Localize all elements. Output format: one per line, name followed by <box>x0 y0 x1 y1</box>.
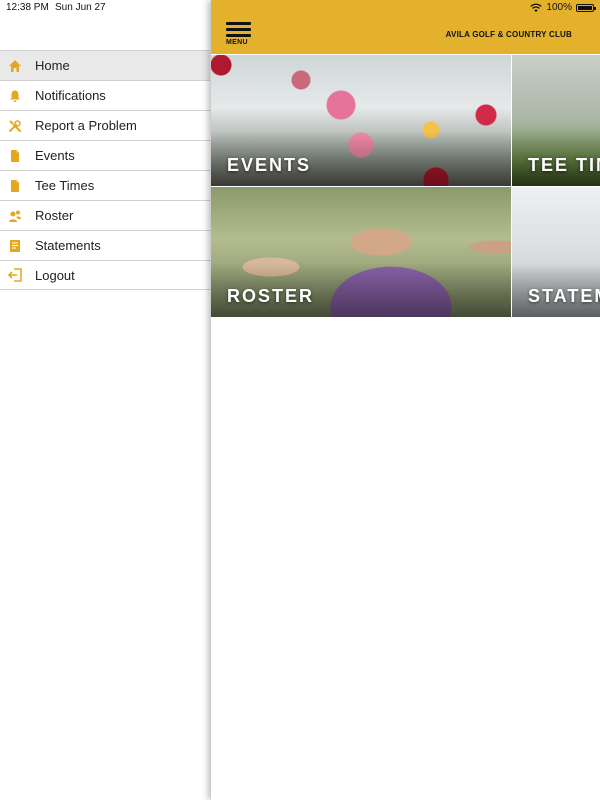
sidebar-item-events[interactable]: Events <box>0 140 210 170</box>
status-bar: 12:38 PM Sun Jun 27 100% <box>0 0 600 16</box>
sidebar-item-logout[interactable]: Logout <box>0 260 210 290</box>
club-title: AVILA GOLF & COUNTRY CLUB <box>445 30 572 39</box>
battery-icon <box>576 3 596 12</box>
tile-label: STATEMENTS <box>528 286 600 306</box>
main-panel: MENU AVILA GOLF & COUNTRY CLUB EVENTS TE… <box>211 0 600 800</box>
document-icon <box>8 179 22 193</box>
menu-label: MENU <box>226 39 248 46</box>
sidebar-menu: Home Notifications Report a Problem Even… <box>0 50 210 290</box>
statement-icon <box>8 239 22 253</box>
people-icon <box>8 209 22 223</box>
tile-label: EVENTS <box>227 155 312 175</box>
sidebar-item-label: Report a Problem <box>35 118 137 133</box>
logout-icon <box>8 268 22 282</box>
hamburger-icon <box>226 22 251 25</box>
tile-events[interactable]: EVENTS <box>211 55 511 186</box>
sidebar-item-statements[interactable]: Statements <box>0 230 210 260</box>
hamburger-icon-bar <box>226 28 251 31</box>
tile-roster[interactable]: ROSTER <box>211 187 511 317</box>
sidebar-item-label: Statements <box>35 238 101 253</box>
tools-icon <box>8 119 22 133</box>
wifi-icon <box>530 3 543 12</box>
tile-tee-times[interactable]: TEE TIMES <box>512 55 600 186</box>
tile-label: ROSTER <box>227 286 315 306</box>
sidebar-item-label: Logout <box>35 267 75 283</box>
status-right: 100% <box>530 2 596 13</box>
sidebar: Home Notifications Report a Problem Even… <box>0 0 210 800</box>
sidebar-item-home[interactable]: Home <box>0 50 210 80</box>
tile-label: TEE TIMES <box>528 155 600 175</box>
status-date: Sun Jun 27 <box>55 2 106 13</box>
status-time: 12:38 PM <box>6 2 49 13</box>
sidebar-item-roster[interactable]: Roster <box>0 200 210 230</box>
bell-icon <box>8 89 22 103</box>
home-icon <box>8 59 22 73</box>
hamburger-icon-bar <box>226 34 251 37</box>
sidebar-item-label: Events <box>35 148 75 163</box>
battery-percent: 100% <box>546 2 572 13</box>
document-icon <box>8 149 22 163</box>
tile-statements[interactable]: STATEMENTS <box>512 187 600 317</box>
sidebar-item-label: Notifications <box>35 88 106 103</box>
sidebar-item-label: Roster <box>35 208 74 223</box>
sidebar-item-label: Home <box>35 58 70 73</box>
sidebar-item-label: Tee Times <box>35 178 95 193</box>
sidebar-item-tee-times[interactable]: Tee Times <box>0 170 210 200</box>
sidebar-item-report-a-problem[interactable]: Report a Problem <box>0 110 210 140</box>
menu-button[interactable]: MENU <box>226 22 251 48</box>
sidebar-item-notifications[interactable]: Notifications <box>0 80 210 110</box>
